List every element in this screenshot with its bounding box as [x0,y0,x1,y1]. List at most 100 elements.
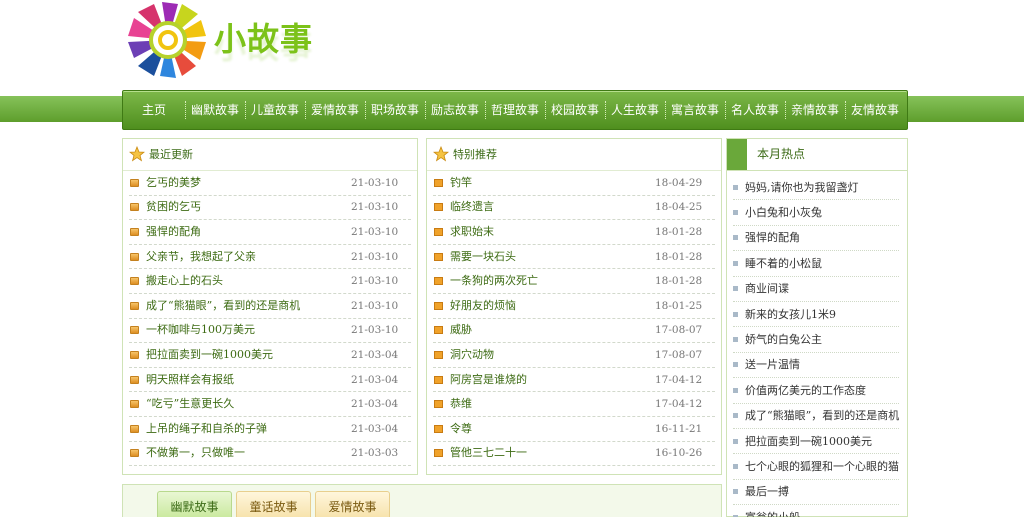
list-item[interactable]: 恭维 17-04-12 [433,392,715,417]
story-link[interactable]: 临终遗言 [450,195,655,219]
story-link[interactable]: “吃亏”生意更长久 [146,392,351,416]
list-item[interactable]: 送一片温情 [733,352,899,379]
list-item[interactable]: 上吊的绳子和自杀的子弹 21-03-04 [129,417,411,442]
story-link[interactable]: 搬走心上的石头 [146,269,351,293]
list-item[interactable]: 新来的女孩儿1米9 [733,302,899,328]
list-item[interactable]: 不做第一，只做唯一 21-03-03 [129,442,411,467]
story-link[interactable]: 把拉面卖到一碗1000美元 [146,343,351,367]
story-link[interactable]: 一条狗的两次死亡 [450,269,655,293]
story-link[interactable]: 把拉面卖到一碗1000美元 [745,429,872,454]
list-item[interactable]: 阿房宫是谁烧的 17-04-12 [433,368,715,393]
story-link[interactable]: 上吊的绳子和自杀的子弹 [146,417,351,441]
story-link[interactable]: 乞丐的美梦 [146,171,351,195]
list-item[interactable]: 临终遗言 18-04-25 [433,196,715,221]
story-link[interactable]: 强悍的配角 [146,220,351,244]
story-link[interactable]: 父亲节，我想起了父亲 [146,245,351,269]
story-link[interactable]: 好朋友的烦恼 [450,294,655,318]
story-link[interactable]: 娇气的白兔公主 [745,327,822,352]
list-item[interactable]: 成了“熊猫眼”，看到的还是商机 21-03-10 [129,294,411,319]
story-link[interactable]: 威胁 [450,318,655,342]
list-item[interactable]: 明天照样会有报纸 21-03-04 [129,368,411,393]
list-item[interactable]: 把拉面卖到一碗1000美元 [733,429,899,455]
site-logo[interactable]: 小故事 [122,0,322,84]
story-link[interactable]: 令尊 [450,417,655,441]
tab-fairy-tale[interactable]: 童话故事 [236,491,311,517]
story-link[interactable]: 强悍的配角 [745,225,800,250]
list-item[interactable]: 娇气的白兔公主 [733,327,899,353]
story-link[interactable]: 富翁的小船 [745,505,800,517]
list-item[interactable]: 把拉面卖到一碗1000美元 21-03-04 [129,343,411,368]
story-date: 21-03-10 [351,299,399,312]
nav-fable[interactable]: 寓言故事 [665,90,725,130]
list-item[interactable]: 需要一块石头 18-01-28 [433,245,715,270]
story-link[interactable]: 送一片温情 [745,352,800,377]
story-link[interactable]: 一杯咖啡与100万美元 [146,318,351,342]
list-item[interactable]: 商业间谍 [733,277,899,302]
nav-humor[interactable]: 幽默故事 [185,90,245,130]
list-item[interactable]: 一杯咖啡与100万美元 21-03-10 [129,319,411,344]
story-link[interactable]: 贫困的乞丐 [146,195,351,219]
story-date: 21-03-04 [351,398,399,411]
story-link[interactable]: 明天照样会有报纸 [146,368,351,392]
nav-home[interactable]: 主页 [123,90,185,130]
story-link[interactable]: 洞穴动物 [450,343,655,367]
story-link[interactable]: 钓竿 [450,171,655,195]
story-link[interactable]: 最后一搏 [745,479,789,504]
nav-friendship[interactable]: 友情故事 [845,90,905,130]
nav-workplace[interactable]: 职场故事 [365,90,425,130]
recent-updates-list: 乞丐的美梦 21-03-10 贫困的乞丐 21-03-10 强悍的配角 21-03-10 父… [123,171,417,467]
story-link[interactable]: 妈妈,请你也为我留盏灯 [745,175,859,200]
nav-celebrity[interactable]: 名人故事 [725,90,785,130]
list-item[interactable]: 最后一搏 [733,479,899,506]
nav-family[interactable]: 亲情故事 [785,90,845,130]
list-item[interactable]: 求职始末 18-01-28 [433,220,715,245]
list-item[interactable]: 令尊 16-11-21 [433,417,715,442]
story-link[interactable]: 成了“熊猫眼”，看到的还是商机 [745,403,899,428]
list-item[interactable]: 小白兔和小灰兔 [733,200,899,226]
category-tabs-panel: 幽默故事 童话故事 爱情故事 [122,484,722,517]
story-link[interactable]: 管他三七二十一 [450,441,655,465]
nav-philosophy[interactable]: 哲理故事 [485,90,545,130]
square-bullet-icon [733,362,738,368]
story-link[interactable]: 睡不着的小松鼠 [745,251,822,276]
h-badge-icon [434,301,443,310]
nav-inspiration[interactable]: 励志故事 [425,90,485,130]
tab-love[interactable]: 爱情故事 [315,491,390,517]
list-item[interactable]: 一条狗的两次死亡 18-01-28 [433,269,715,294]
story-link[interactable]: 价值两亿美元的工作态度 [745,378,866,403]
story-date: 21-03-10 [351,250,399,263]
list-item[interactable]: 威胁 17-08-07 [433,319,715,344]
list-item[interactable]: 搬走心上的石头 21-03-10 [129,269,411,294]
story-link[interactable]: 新来的女孩儿1米9 [745,302,836,327]
nav-life[interactable]: 人生故事 [605,90,665,130]
list-item[interactable]: 乞丐的美梦 21-03-10 [129,171,411,196]
nav-love[interactable]: 爱情故事 [305,90,365,130]
list-item[interactable]: 睡不着的小松鼠 [733,251,899,277]
list-item[interactable]: 成了“熊猫眼”，看到的还是商机 [733,404,899,429]
list-item[interactable]: 洞穴动物 17-08-07 [433,343,715,368]
list-item[interactable]: 强悍的配角 21-03-10 [129,220,411,245]
story-link[interactable]: 恭维 [450,392,655,416]
story-link[interactable]: 求职始末 [450,220,655,244]
story-link[interactable]: 需要一块石头 [450,245,655,269]
list-item[interactable]: 好朋友的烦恼 18-01-25 [433,294,715,319]
story-link[interactable]: 商业间谍 [745,276,789,301]
story-link[interactable]: 小白兔和小灰兔 [745,200,822,225]
nav-children[interactable]: 儿童故事 [245,90,305,130]
list-item[interactable]: 价值两亿美元的工作态度 [733,378,899,404]
nav-campus[interactable]: 校园故事 [545,90,605,130]
story-link[interactable]: 不做第一，只做唯一 [146,441,351,465]
list-item[interactable]: 贫困的乞丐 21-03-10 [129,196,411,221]
list-item[interactable]: “吃亏”生意更长久 21-03-04 [129,392,411,417]
story-link[interactable]: 七个心眼的狐狸和一个心眼的猫头 [745,454,899,479]
story-link[interactable]: 阿房宫是谁烧的 [450,368,655,392]
list-item[interactable]: 妈妈,请你也为我留盏灯 [733,175,899,201]
tab-humor[interactable]: 幽默故事 [157,491,232,517]
story-link[interactable]: 成了“熊猫眼”，看到的还是商机 [146,294,351,318]
list-item[interactable]: 钓竿 18-04-29 [433,171,715,196]
list-item[interactable]: 父亲节，我想起了父亲 21-03-10 [129,245,411,270]
list-item[interactable]: 七个心眼的狐狸和一个心眼的猫头 [733,454,899,480]
list-item[interactable]: 富翁的小船 [733,505,899,517]
list-item[interactable]: 管他三七二十一 16-10-26 [433,442,715,467]
list-item[interactable]: 强悍的配角 [733,225,899,252]
